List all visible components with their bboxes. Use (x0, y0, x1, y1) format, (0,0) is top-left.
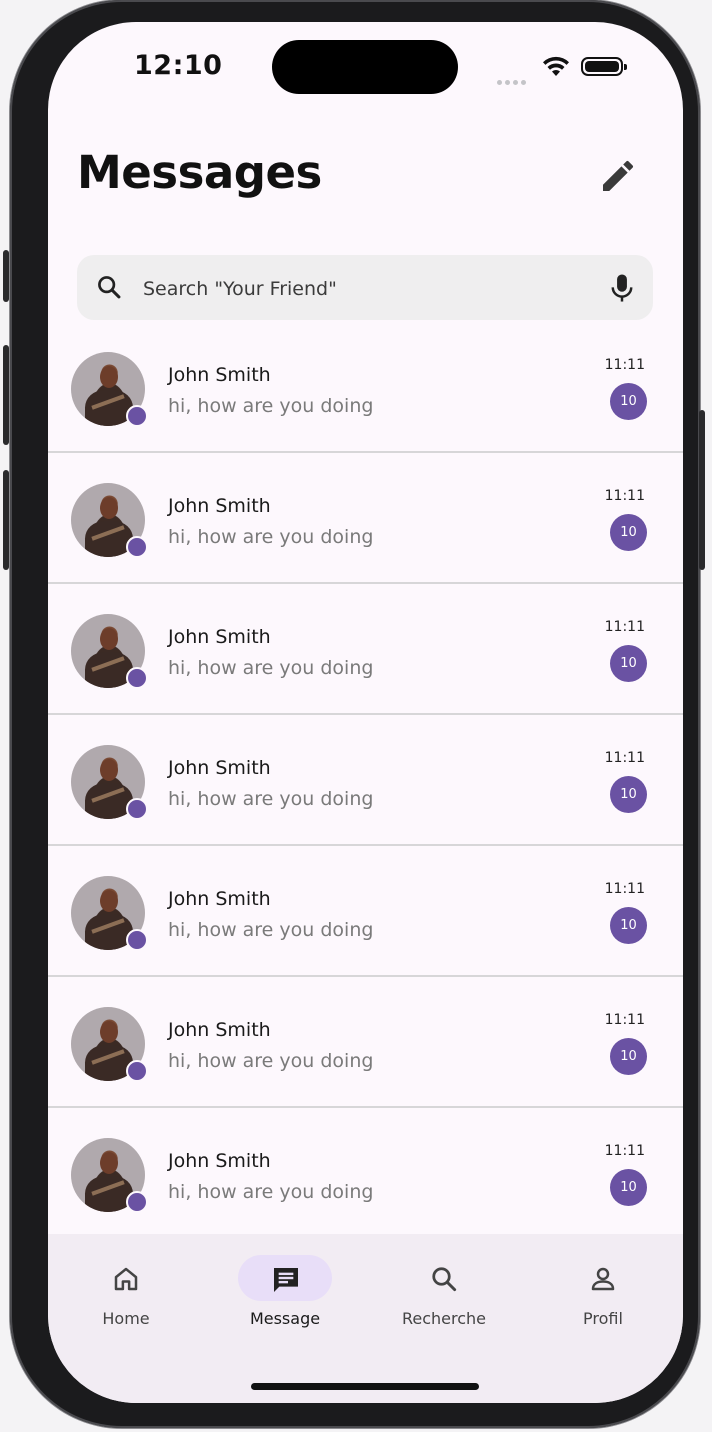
page-title: Messages (77, 146, 322, 199)
nav-profil[interactable]: Profil (526, 1252, 666, 1332)
unread-count-badge: 10 (610, 383, 647, 420)
message-time: 11:11 (604, 619, 645, 635)
contact-name: John Smith (168, 757, 271, 779)
message-time: 11:11 (604, 1143, 645, 1159)
conversation-list: John Smith hi, how are you doing 11:11 10 Jo… (48, 322, 683, 1239)
volume-down-button (3, 470, 9, 570)
online-status-dot (126, 536, 148, 558)
message-preview: hi, how are you doing (168, 919, 374, 941)
message-time: 11:11 (604, 881, 645, 897)
contact-name: John Smith (168, 495, 271, 517)
battery-icon (581, 57, 627, 76)
status-indicators (497, 54, 637, 85)
online-status-dot (126, 798, 148, 820)
conversation-row[interactable]: John Smith hi, how are you doing 11:11 10 (48, 453, 683, 584)
nav-label-profil: Profil (583, 1309, 623, 1328)
microphone-icon[interactable] (607, 272, 637, 304)
compose-button[interactable] (598, 156, 638, 196)
contact-name: John Smith (168, 364, 271, 386)
message-preview: hi, how are you doing (168, 526, 374, 548)
conversation-row[interactable]: John Smith hi, how are you doing 11:11 10 (48, 1108, 683, 1239)
online-status-dot (126, 667, 148, 689)
conversation-row[interactable]: John Smith hi, how are you doing 11:11 10 (48, 977, 683, 1108)
unread-count-badge: 10 (610, 514, 647, 551)
search-input[interactable] (141, 273, 595, 305)
message-preview: hi, how are you doing (168, 395, 374, 417)
message-time: 11:11 (604, 488, 645, 504)
volume-up-button (3, 345, 9, 445)
search-bar[interactable] (77, 255, 653, 320)
action-button (3, 250, 9, 302)
nav-home[interactable]: Home (49, 1252, 189, 1332)
pencil-icon (603, 160, 634, 191)
phone-frame: 12:10 Messages Search "Your Friend" John… (3, 0, 705, 1428)
unread-count-badge: 10 (610, 1038, 647, 1075)
search-icon (432, 1267, 457, 1292)
power-button (699, 410, 705, 570)
nav-recherche[interactable]: Recherche (367, 1252, 507, 1332)
message-time: 11:11 (604, 1012, 645, 1028)
nav-message[interactable]: Message (208, 1252, 348, 1332)
message-preview: hi, how are you doing (168, 788, 374, 810)
message-preview: hi, how are you doing (168, 1181, 374, 1203)
nav-label-message: Message (249, 1309, 321, 1328)
wifi-icon (543, 56, 569, 76)
search-icon (98, 276, 121, 299)
unread-count-badge: 10 (610, 907, 647, 944)
online-status-dot (126, 1191, 148, 1213)
conversation-row[interactable]: John Smith hi, how are you doing 11:11 10 (48, 322, 683, 453)
nav-label-home: Home (102, 1309, 150, 1328)
unread-count-badge: 10 (610, 645, 647, 682)
online-status-dot (126, 929, 148, 951)
online-status-dot (126, 405, 148, 427)
nav-label-recherche: Recherche (401, 1309, 487, 1328)
conversation-row[interactable]: John Smith hi, how are you doing 11:11 10 (48, 715, 683, 846)
conversation-row[interactable]: John Smith hi, how are you doing 11:11 10 (48, 846, 683, 977)
message-time: 11:11 (604, 357, 645, 373)
signal-dots-icon (497, 70, 529, 89)
screen: 12:10 Messages Search "Your Friend" John… (48, 22, 683, 1403)
home-indicator (251, 1383, 479, 1390)
home-icon (114, 1267, 138, 1291)
unread-count-badge: 10 (610, 1169, 647, 1206)
unread-count-badge: 10 (610, 776, 647, 813)
online-status-dot (126, 1060, 148, 1082)
status-time: 12:10 (134, 50, 223, 81)
bottom-navigation: Home Message Recherche Profil (48, 1234, 683, 1403)
message-time: 11:11 (604, 750, 645, 766)
contact-name: John Smith (168, 888, 271, 910)
contact-name: John Smith (168, 626, 271, 648)
contact-name: John Smith (168, 1150, 271, 1172)
contact-name: John Smith (168, 1019, 271, 1041)
message-icon (274, 1268, 298, 1292)
person-icon (591, 1267, 615, 1291)
dynamic-island (272, 40, 458, 94)
message-preview: hi, how are you doing (168, 657, 374, 679)
message-preview: hi, how are you doing (168, 1050, 374, 1072)
conversation-row[interactable]: John Smith hi, how are you doing 11:11 10 (48, 584, 683, 715)
